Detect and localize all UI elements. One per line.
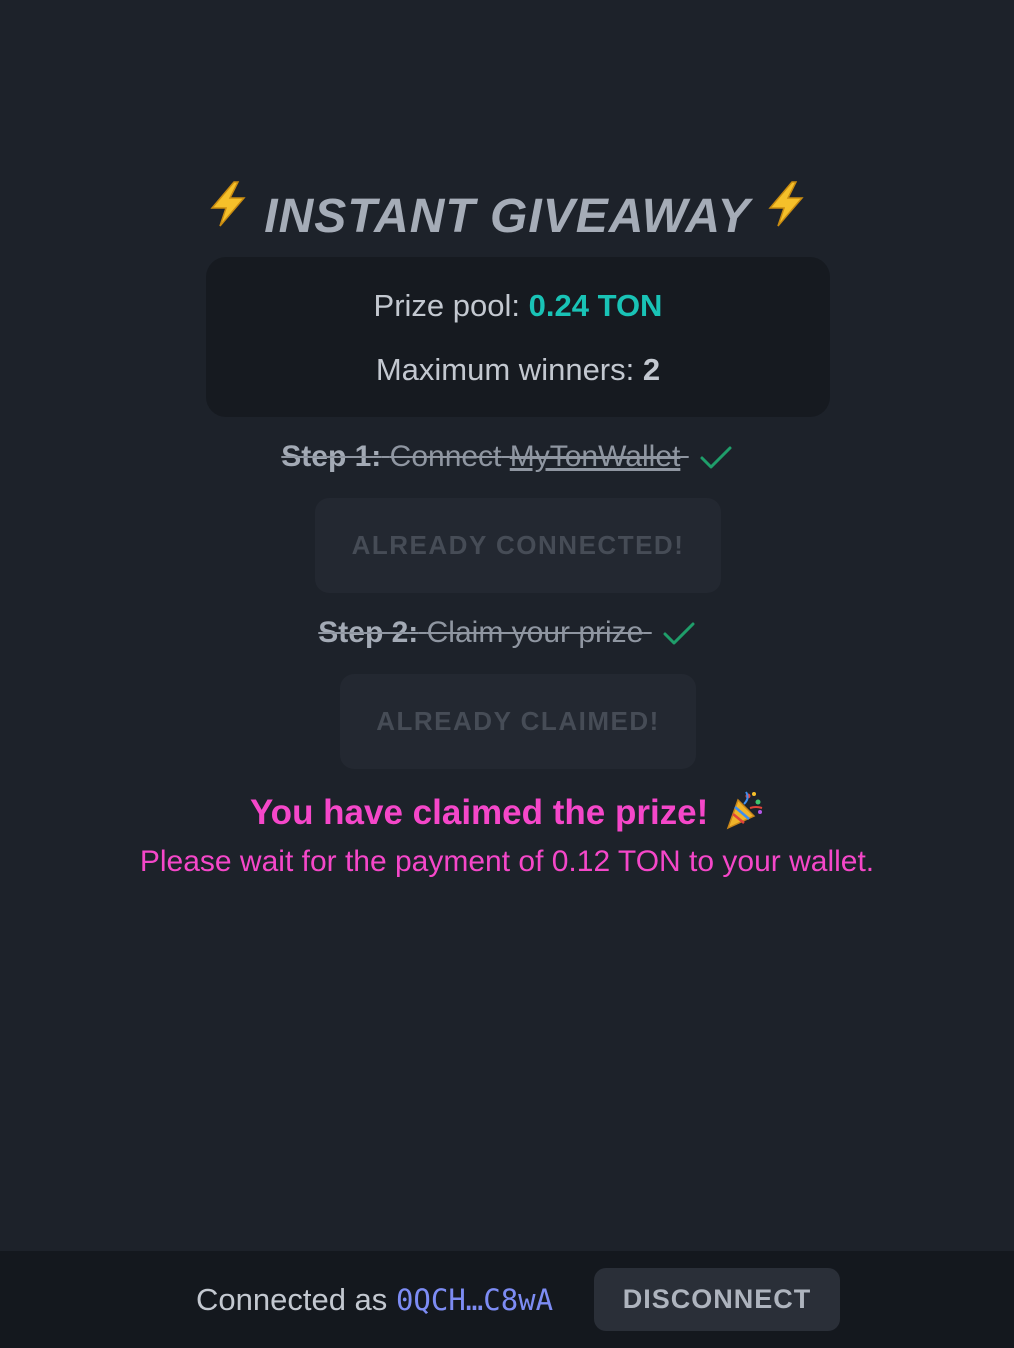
mytonwallet-link[interactable]: MyTonWallet [510, 440, 681, 473]
step-2-label: Step 2: [318, 616, 419, 649]
payment-message: Please wait for the payment of 0.12 TON … [139, 845, 875, 878]
prize-pool-label: Prize pool: [373, 288, 520, 323]
max-winners-label: Maximum winners: [375, 352, 635, 387]
step-1: Step 1: Connect MyTonWallet [0, 440, 1014, 480]
step-2-text: Claim your prize [426, 616, 644, 649]
party-popper-icon [724, 790, 764, 839]
prize-pool-value: 0.24 TON [528, 288, 663, 323]
step-1-label: Step 1: [281, 440, 382, 473]
prize-pool: Prize pool: 0.24 TON [206, 288, 830, 324]
claimed-headline-text: You have claimed the prize! [249, 793, 709, 832]
checkmark-icon [662, 620, 696, 656]
max-winners-value: 2 [642, 352, 661, 387]
title-text: INSTANT GIVEAWAY [264, 190, 750, 243]
page: INSTANT GIVEAWAY Prize pool: 0.24 TON Ma… [0, 0, 1014, 1348]
claimed-headline: You have claimed the prize! [0, 790, 1014, 839]
wallet-address: 0QCH…C8wA [395, 1283, 554, 1317]
page-title: INSTANT GIVEAWAY [0, 180, 1014, 244]
main-area: INSTANT GIVEAWAY Prize pool: 0.24 TON Ma… [0, 0, 1014, 1251]
stats-panel: Prize pool: 0.24 TON Maximum winners: 2 [206, 257, 830, 417]
claim-prize-button[interactable]: ALREADY CLAIMED! [340, 674, 696, 769]
disconnect-button[interactable]: DISCONNECT [594, 1268, 840, 1331]
checkmark-icon [699, 444, 733, 480]
step-1-text: Connect [389, 440, 502, 473]
lightning-icon [206, 180, 250, 228]
connected-status: Connected as 0QCH…C8wA [196, 1282, 553, 1318]
connected-label: Connected as [196, 1282, 388, 1317]
max-winners: Maximum winners: 2 [206, 352, 830, 388]
lightning-icon [764, 180, 808, 228]
step-2: Step 2: Claim your prize [0, 616, 1014, 656]
connect-wallet-button[interactable]: ALREADY CONNECTED! [315, 498, 721, 593]
